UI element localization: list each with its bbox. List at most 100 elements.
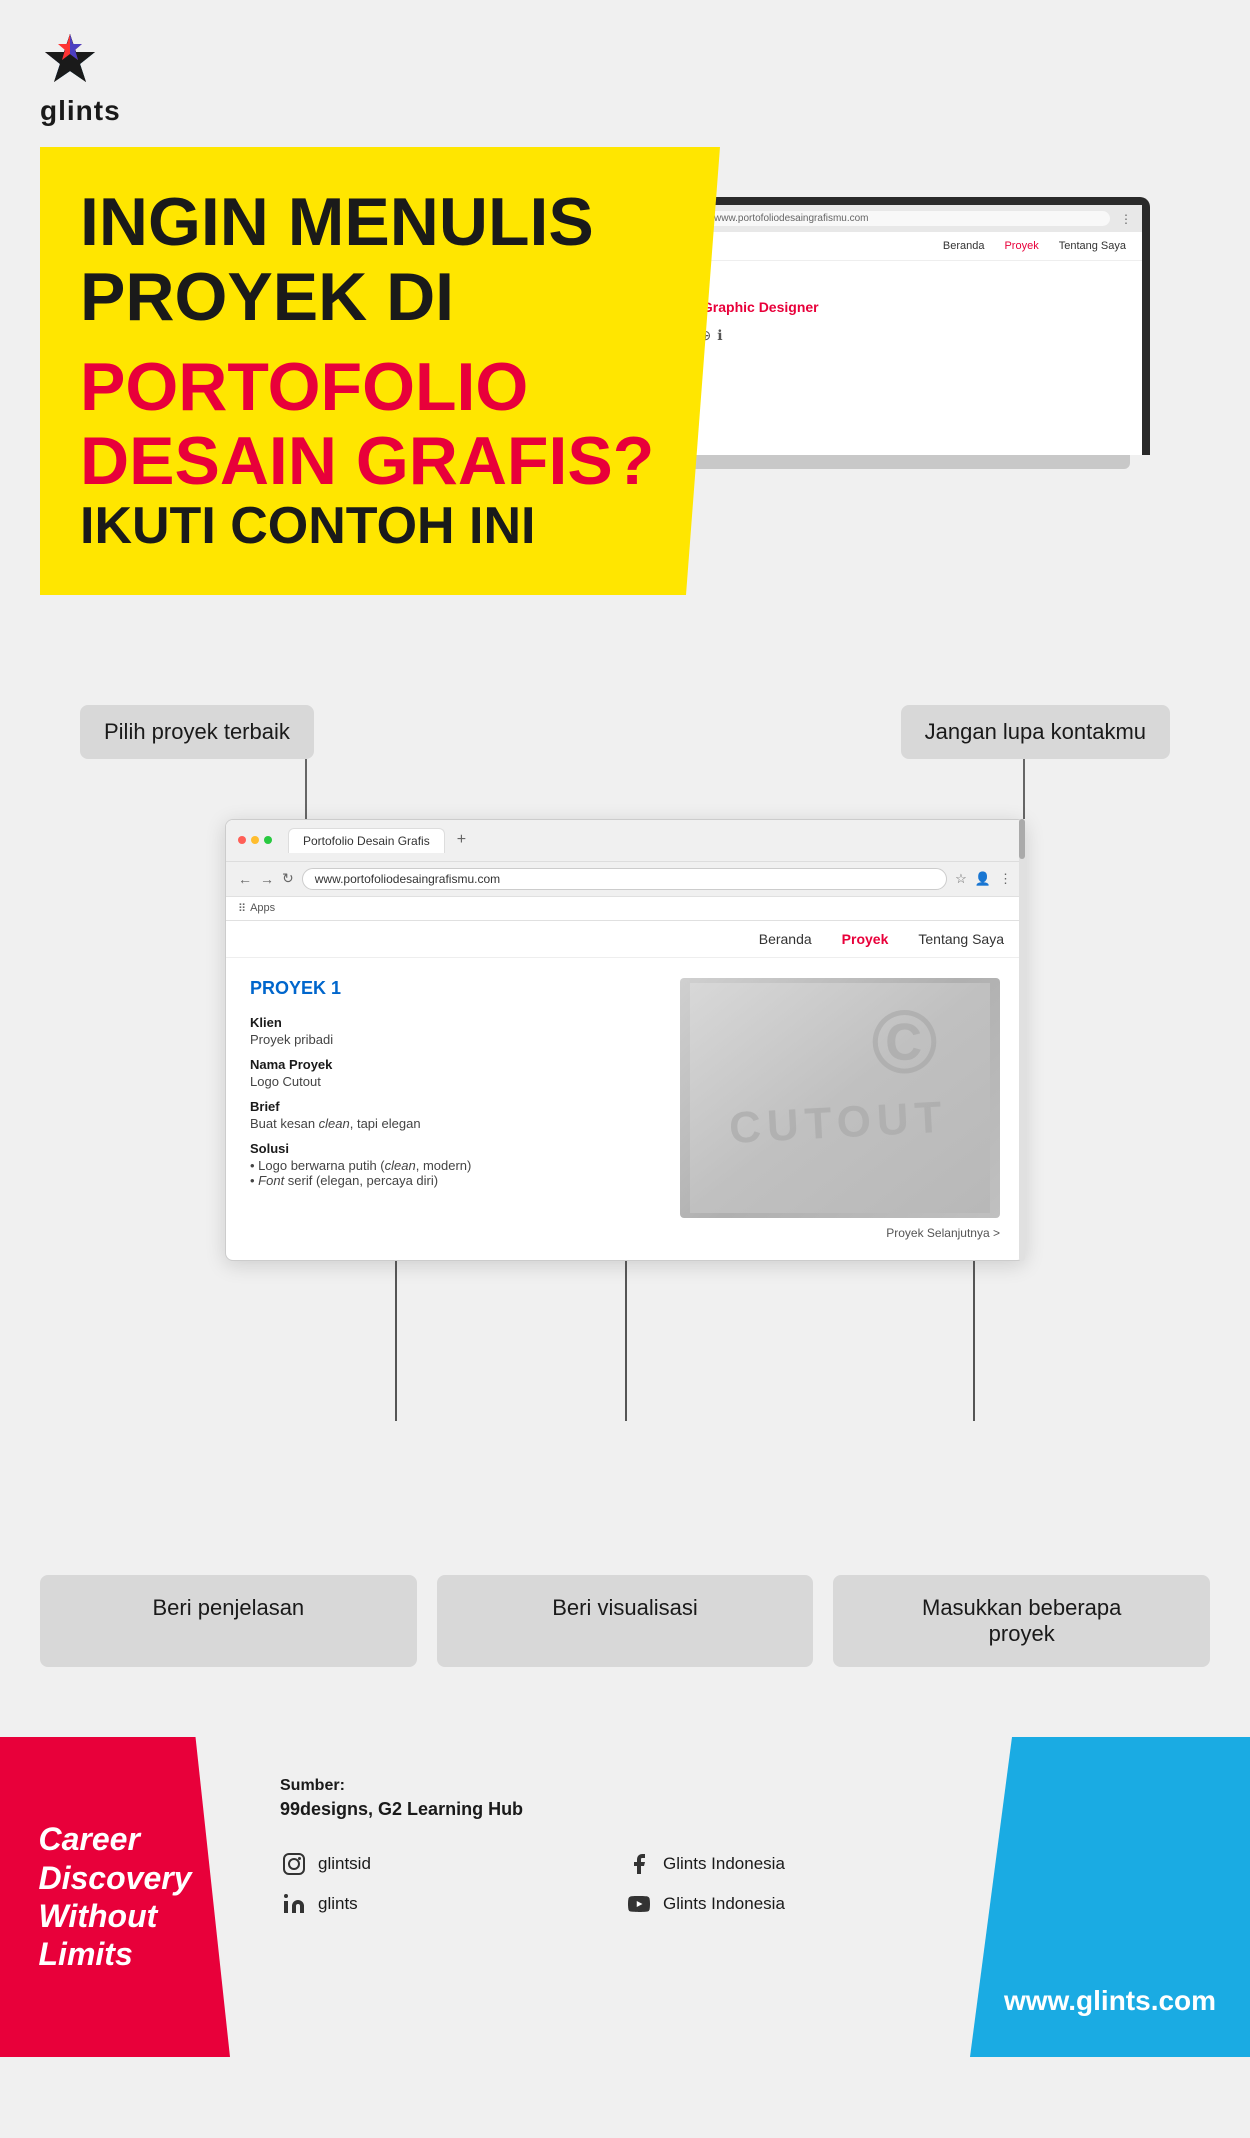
laptop-role-line: I am a Graphic Designer — [658, 299, 1122, 315]
social-linkedin: glints — [280, 1890, 585, 1918]
browser-tab-bar: Portofolio Desain Grafis + — [226, 820, 1024, 862]
callout-bottom-left: Beri penjelasan — [40, 1575, 417, 1667]
website-nav-links: Beranda Proyek Tentang Saya — [226, 921, 1024, 958]
site-nav-tentang[interactable]: Tentang Saya — [918, 931, 1004, 947]
connector-left-line — [305, 759, 307, 819]
project-info-panel: PROYEK 1 Klien Proyek pribadi Nama Proye… — [250, 978, 660, 1240]
browser-new-tab-btn[interactable]: + — [457, 831, 466, 849]
apps-label-text: Apps — [250, 902, 275, 914]
callout-bottom-right: Masukkan beberapaproyek — [833, 1575, 1210, 1667]
field-label-solusi: Solusi — [250, 1141, 660, 1156]
laptop-menu-icon: ⋮ — [1120, 212, 1132, 226]
header-section: glints INGIN MENULIS PROYEK DI PORTOFOLI… — [0, 0, 1250, 615]
project-next-link[interactable]: Proyek Selanjutnya > — [680, 1226, 1000, 1240]
connector-right-line — [1023, 759, 1025, 819]
browser-menu-icon[interactable]: ⋮ — [999, 871, 1012, 887]
laptop-page-content: Hello, I am a Graphic Designer 🖼 ✉ ⊕ ℹ — [638, 261, 1142, 364]
spacer-1 — [0, 615, 1250, 645]
footer-social-grid: glintsid Glints Indonesia — [280, 1850, 930, 1918]
cutout-logo-svg: © CUTOUT — [690, 983, 990, 1213]
callout-top-right: Jangan lupa kontakmu — [901, 705, 1170, 759]
linkedin-handle: glints — [318, 1894, 358, 1914]
callout-top-left: Pilih proyek terbaik — [80, 705, 314, 759]
browser-address-bar: ← → ↻ www.portofoliodesaingrafismu.com ☆… — [226, 862, 1024, 897]
footer-source-label: Sumber: — [280, 1777, 930, 1795]
bottom-connectors — [225, 1261, 1025, 1421]
facebook-icon — [625, 1850, 653, 1878]
glints-logo-icon — [40, 30, 100, 90]
footer-website-url[interactable]: www.glints.com — [1004, 1985, 1216, 2017]
laptop-url-text: www.portofoliodesaingrafismu.com — [714, 213, 869, 224]
field-value-brief: Buat kesan clean, tapi elegan — [250, 1116, 660, 1131]
footer-middle: Sumber: 99designs, G2 Learning Hub glint… — [230, 1737, 970, 2057]
laptop-hello: Hello, — [658, 281, 1122, 299]
laptop-icons: 🖼 ✉ ⊕ ℹ — [658, 327, 1122, 344]
youtube-handle: Glints Indonesia — [663, 1894, 785, 1914]
field-label-namaproyek: Nama Proyek — [250, 1057, 660, 1072]
field-label-klien: Klien — [250, 1015, 660, 1030]
browser-dot-green — [264, 836, 272, 844]
hero-line2-red: PORTOFOLIO — [80, 348, 528, 426]
hero-area: INGIN MENULIS PROYEK DI PORTOFOLIO DESAI… — [40, 147, 1210, 595]
laptop-url-bar[interactable]: www.portofoliodesaingrafismu.com — [704, 211, 1110, 226]
browser-url-field[interactable]: www.portofoliodesaingrafismu.com — [302, 868, 947, 890]
hero-line2-black: PROYEK DI — [80, 258, 454, 336]
field-label-brief: Brief — [250, 1099, 660, 1114]
field-value-solusi: • Logo berwarna putih (clean, modern) • … — [250, 1158, 660, 1188]
browser-tab-active[interactable]: Portofolio Desain Grafis — [288, 828, 445, 853]
footer-source-names: 99designs, G2 Learning Hub — [280, 1799, 930, 1820]
laptop-nav-bar: Beranda Proyek Tentang Saya — [638, 232, 1142, 261]
site-nav-beranda[interactable]: Beranda — [759, 931, 812, 947]
brand-name: glints — [40, 95, 121, 127]
hero-banner: INGIN MENULIS PROYEK DI PORTOFOLIO DESAI… — [40, 147, 720, 595]
browser-scrollbar-thumb — [1019, 819, 1025, 859]
bottom-line-left — [395, 1261, 397, 1421]
field-value-klien: Proyek pribadi — [250, 1032, 660, 1047]
laptop-nav-proyek[interactable]: Proyek — [1004, 240, 1038, 252]
project-image-area: © CUTOUT Proyek Selanjutnya > — [680, 978, 1000, 1240]
bottom-callouts-section: Beri penjelasan Beri visualisasi Masukka… — [0, 1545, 1250, 1697]
instagram-handle: glintsid — [318, 1854, 371, 1874]
browser-container: Portofolio Desain Grafis + ← → ↻ www.por… — [225, 819, 1025, 1261]
browser-scrollbar[interactable] — [1019, 819, 1025, 1261]
social-facebook: Glints Indonesia — [625, 1850, 930, 1878]
apps-grid-icon: ⠿ — [238, 902, 246, 915]
hero-line2: PROYEK DI PORTOFOLIO — [80, 258, 670, 426]
facebook-handle: Glints Indonesia — [663, 1854, 785, 1874]
browser-dot-red — [238, 836, 246, 844]
hero-line3: DESAIN GRAFIS? — [80, 426, 670, 497]
project-image: © CUTOUT — [680, 978, 1000, 1218]
logo-area: glints — [40, 30, 1210, 127]
hero-line4: IKUTI CONTOH INI — [80, 498, 670, 555]
browser-star-icon[interactable]: ☆ — [955, 871, 967, 887]
bottom-line-mid — [625, 1261, 627, 1421]
browser-url-text: www.portofoliodesaingrafismu.com — [315, 872, 500, 886]
social-instagram: glintsid — [280, 1850, 585, 1878]
footer-section: CareerDiscoveryWithoutLimits Sumber: 99d… — [0, 1737, 1250, 2057]
browser-back-btn[interactable]: ← — [238, 871, 252, 887]
footer-blue-area: www.glints.com — [970, 1737, 1250, 2057]
svg-text:©: © — [870, 993, 937, 1093]
field-value-namaproyek: Logo Cutout — [250, 1074, 660, 1089]
browser-forward-btn[interactable]: → — [260, 871, 274, 887]
laptop-inner-screen: www.portofoliodesaingrafismu.com ⋮ Beran… — [638, 205, 1142, 455]
browser-apps-bar: ⠿ Apps — [226, 897, 1024, 921]
callout-bottom-mid: Beri visualisasi — [437, 1575, 814, 1667]
top-callout-row: Pilih proyek terbaik Jangan lupa kontakm… — [40, 705, 1210, 759]
browser-dots — [238, 836, 272, 844]
laptop-nav-beranda[interactable]: Beranda — [943, 240, 985, 252]
youtube-icon — [625, 1890, 653, 1918]
hero-line1: INGIN MENULIS — [80, 187, 670, 258]
laptop-icon-info: ℹ — [717, 327, 722, 344]
bottom-line-right — [973, 1261, 975, 1421]
spacer-2 — [0, 1697, 1250, 1737]
browser-user-icon[interactable]: 👤 — [975, 871, 991, 887]
instagram-icon — [280, 1850, 308, 1878]
browser-dot-yellow — [251, 836, 259, 844]
browser-main-content: PROYEK 1 Klien Proyek pribadi Nama Proye… — [226, 958, 1024, 1260]
site-nav-proyek[interactable]: Proyek — [842, 931, 889, 947]
browser-refresh-btn[interactable]: ↻ — [282, 870, 294, 887]
social-youtube: Glints Indonesia — [625, 1890, 930, 1918]
laptop-nav-tentang[interactable]: Tentang Saya — [1059, 240, 1126, 252]
browser-mockup: Portofolio Desain Grafis + ← → ↻ www.por… — [225, 819, 1025, 1261]
